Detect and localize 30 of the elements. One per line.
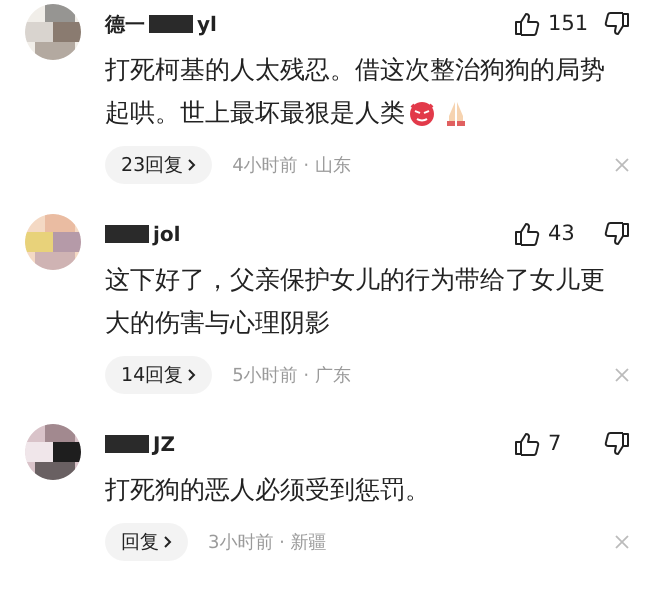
username: yl <box>197 11 217 38</box>
comment-text: 打死狗的恶人必须受到惩罚。 <box>105 474 430 506</box>
like-count: 151 <box>548 10 588 38</box>
thumbs-up-icon[interactable] <box>514 12 540 36</box>
thumbs-up-icon[interactable] <box>514 432 540 456</box>
redaction-block <box>105 225 149 243</box>
username: 德一 <box>105 11 145 38</box>
thumbs-down-icon[interactable] <box>604 432 630 456</box>
comment-text: 起哄。世上最坏最狠是人类 <box>105 97 405 129</box>
redaction-block <box>105 435 149 453</box>
comment-text: 打死柯基的人太残忍。借这次整治狗狗的局势 <box>105 54 605 86</box>
reply-button[interactable]: 14回复 <box>105 356 212 394</box>
reply-button[interactable]: 回复 <box>105 523 188 561</box>
username: jol <box>153 221 180 248</box>
like-count: 43 <box>548 220 575 248</box>
thumbs-down-icon[interactable] <box>604 222 630 246</box>
comment-meta: 5小时前 · 广东 <box>232 364 352 388</box>
comment-meta: 3小时前 · 新疆 <box>208 530 328 554</box>
reply-button[interactable]: 23回复 <box>105 146 212 184</box>
like-count: 7 <box>548 430 562 458</box>
chevron-right-icon <box>187 158 196 172</box>
redaction-block <box>149 15 193 33</box>
username: JZ <box>153 431 175 458</box>
chevron-right-icon <box>187 368 196 382</box>
thumbs-up-icon[interactable] <box>514 222 540 246</box>
thumbs-down-icon[interactable] <box>604 12 630 36</box>
comment-meta: 4小时前 · 山东 <box>232 154 352 178</box>
chevron-right-icon <box>163 535 172 549</box>
comment-text: 大的伤害与心理阴影 <box>105 307 330 339</box>
comment-text: 这下好了，父亲保护女儿的行为带给了女儿更 <box>105 264 605 296</box>
